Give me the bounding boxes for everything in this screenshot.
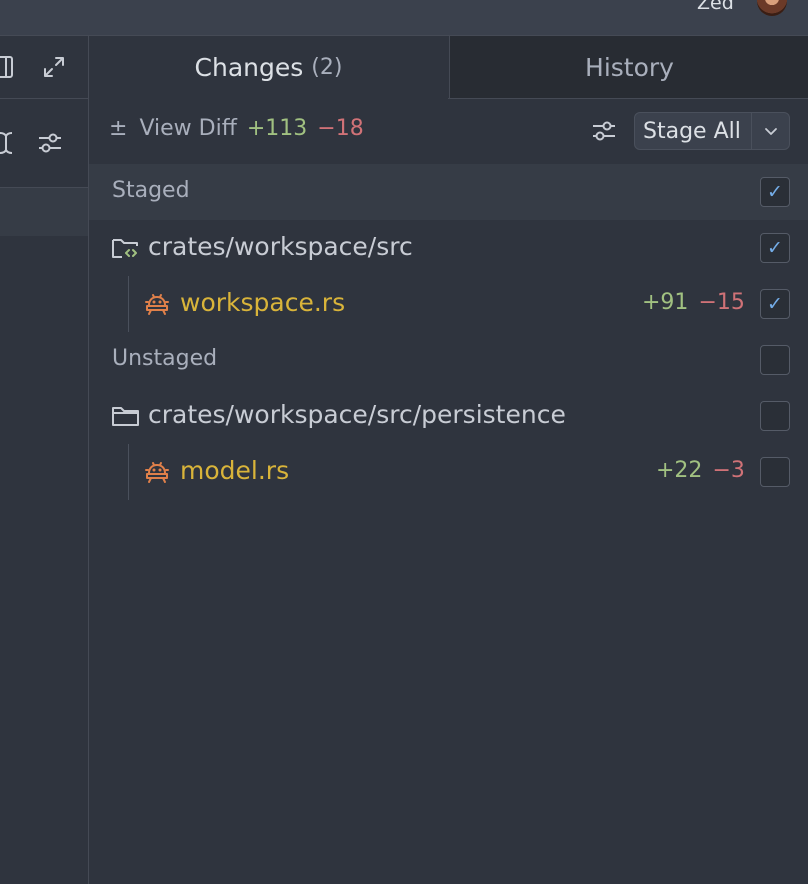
folder-row[interactable]: crates/workspace/src/persistence <box>89 388 808 444</box>
check-icon: ✓ <box>767 236 783 259</box>
maximize-icon[interactable] <box>42 55 66 79</box>
file-name: workspace.rs <box>180 288 346 317</box>
check-icon: ✓ <box>767 180 783 203</box>
folder-path: crates/workspace/src/persistence <box>148 400 566 429</box>
view-diff-label: View Diff <box>139 116 237 141</box>
git-panel-tabs: Changes (2) History <box>89 36 808 99</box>
title-bar: Zed <box>0 0 808 36</box>
panel-icon[interactable] <box>0 55 16 79</box>
chevron-down-icon <box>764 128 777 135</box>
tab-history-label: History <box>585 52 674 82</box>
section-label: Staged <box>112 178 190 203</box>
stage-all-button[interactable]: Stage All <box>635 119 751 144</box>
view-diff-button[interactable]: ± View Diff +113 −18 <box>109 116 364 141</box>
file-row[interactable]: workspace.rs +91 −15 ✓ <box>89 276 808 332</box>
stage-all-split-button: Stage All <box>634 112 790 150</box>
check-icon: ✓ <box>767 292 783 315</box>
folder-checkbox[interactable] <box>760 401 790 431</box>
file-additions: +91 <box>642 290 689 315</box>
text-cursor-icon[interactable] <box>0 130 14 156</box>
file-stats: +22 −3 <box>656 458 745 483</box>
file-row[interactable]: model.rs +22 −3 <box>89 444 808 500</box>
tab-history[interactable]: History <box>449 36 808 98</box>
section-header-unstaged[interactable]: Unstaged <box>89 332 808 388</box>
tab-changes-count: (2) <box>311 55 343 80</box>
staged-section-checkbox[interactable]: ✓ <box>760 177 790 207</box>
folder-path: crates/workspace/src <box>148 232 413 261</box>
folder-icon <box>112 407 139 426</box>
folder-row[interactable]: crates/workspace/src ✓ <box>89 220 808 276</box>
avatar[interactable] <box>757 0 787 16</box>
file-name: model.rs <box>180 456 290 485</box>
total-deletions: −18 <box>317 116 364 141</box>
file-deletions: −15 <box>698 290 745 315</box>
file-stats: +91 −15 <box>642 290 745 315</box>
file-deletions: −3 <box>712 458 745 483</box>
left-pane <box>0 36 89 884</box>
changes-toolbar: ± View Diff +113 −18 Stage All <box>89 99 808 163</box>
folder-checkbox[interactable]: ✓ <box>760 233 790 263</box>
file-additions: +22 <box>656 458 703 483</box>
user-name: Zed <box>697 0 734 14</box>
sliders-icon[interactable] <box>591 119 617 143</box>
tree-indent-guide <box>128 276 129 332</box>
section-header-staged[interactable]: Staged ✓ <box>89 164 808 220</box>
left-pane-subtoolbar <box>0 99 88 188</box>
sliders-icon[interactable] <box>37 131 63 155</box>
folder-code-icon <box>112 239 138 258</box>
section-label: Unstaged <box>112 346 218 371</box>
rust-file-icon <box>145 462 169 483</box>
tab-changes-label: Changes <box>194 53 304 82</box>
left-pane-selection <box>0 188 88 236</box>
file-checkbox[interactable]: ✓ <box>760 289 790 319</box>
rust-file-icon <box>145 294 169 315</box>
file-checkbox[interactable] <box>760 457 790 487</box>
left-pane-toolbar <box>0 36 88 99</box>
stage-options-dropdown[interactable] <box>752 123 789 139</box>
unstaged-section-checkbox[interactable] <box>760 345 790 375</box>
tree-indent-guide <box>128 444 129 500</box>
tab-changes[interactable]: Changes (2) <box>89 36 448 99</box>
total-additions: +113 <box>246 116 308 141</box>
plus-minus-icon: ± <box>109 116 128 141</box>
